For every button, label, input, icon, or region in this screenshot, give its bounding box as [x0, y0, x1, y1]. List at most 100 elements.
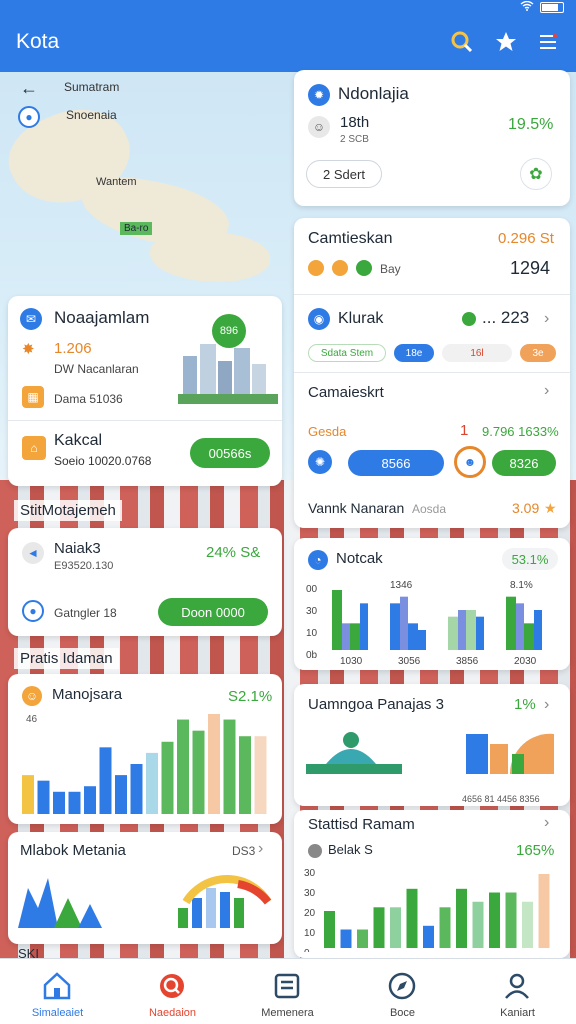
chart-bar — [390, 907, 401, 948]
coin-icon — [332, 260, 348, 276]
sun-icon: ✸ — [22, 341, 35, 358]
chip[interactable]: 3e — [520, 344, 556, 362]
value-pill[interactable]: 8326 — [492, 450, 556, 476]
top-label: 8.1% — [510, 580, 533, 591]
chart-bar — [332, 590, 342, 650]
chart-title: Notcak — [336, 550, 383, 567]
chart-bar — [373, 907, 385, 948]
chart-bar — [448, 616, 458, 650]
action-button[interactable]: 00566s — [190, 438, 270, 468]
island-shape — [150, 232, 270, 282]
y-tick-label: 0b — [306, 650, 318, 661]
card-sub: 4656 81 4456 8356 — [462, 794, 540, 804]
city-summary-card[interactable]: ✉ Noaajamlam 896 ✸ 1.206 DW Nacanlaran ▦… — [8, 296, 282, 486]
location-pin-icon[interactable]: ● — [18, 106, 40, 128]
value: 1.206 — [54, 340, 92, 357]
bar-chart-card[interactable]: ☺ Manojsara S2.1% 46 — [8, 674, 282, 824]
refresh-icon[interactable]: ✿ — [520, 158, 552, 190]
overview-title: Ndonlajia — [338, 84, 409, 103]
overview-button[interactable]: 2 Sdert — [306, 160, 382, 188]
nav-item-search[interactable]: Naedaion — [115, 959, 230, 1024]
city-illustration-card[interactable]: Uamngoa Panajas 3 1% › 4656 81 4456 8356 — [294, 684, 570, 806]
section-heading: StitMotajemeh — [14, 500, 122, 521]
map-label: Wantem — [96, 176, 137, 188]
chip[interactable]: 16l — [442, 344, 512, 362]
chart-bar — [489, 892, 500, 948]
nav-label: Naedaion — [148, 1007, 197, 1019]
chart-bar — [350, 623, 360, 650]
settings-icon: ✹ — [308, 84, 330, 106]
leaf-icon — [356, 260, 372, 276]
coin-icon — [308, 260, 324, 276]
person-icon[interactable]: ☻ — [454, 446, 486, 478]
chart-percent: 53.1% — [502, 548, 558, 570]
chart-bar — [208, 714, 220, 814]
bar-chart-card[interactable]: Stattisd Ramam › Belak S 165% 30 30 20 10 0 — [294, 810, 570, 958]
bottom-navigation: Simaleaiet Naedaion Memenera Boce Kaniar… — [0, 958, 576, 1024]
chart-bar — [506, 596, 516, 650]
battery-icon — [540, 1, 564, 13]
illustration-card[interactable]: Mlabok Metania DS3 › — [8, 832, 282, 944]
card-title: Uamngoa Panajas 3 — [308, 696, 444, 713]
nav-label: Boce — [389, 1007, 416, 1019]
nav-item-list[interactable]: Memenera — [230, 959, 345, 1024]
chart-bar — [99, 747, 112, 814]
card-percent: 1% — [514, 696, 536, 713]
profile-icon — [500, 969, 534, 1003]
chart-bar — [472, 901, 484, 948]
chart-bar — [239, 736, 251, 814]
chart-bar — [466, 610, 476, 650]
statistics-card[interactable]: Camtieskan 0.296 St Bay 1294 ◉ Klurak ..… — [294, 218, 570, 528]
chevron-right-icon[interactable]: › — [544, 382, 549, 400]
chevron-right-icon[interactable]: › — [544, 814, 549, 832]
chart-percent: S2.1% — [228, 688, 273, 705]
leaf-icon — [462, 312, 476, 326]
back-arrow-icon[interactable]: ← — [20, 78, 38, 99]
y-tick-label: 10 — [306, 628, 318, 639]
status-bar — [520, 0, 564, 14]
overview-value: 18th — [340, 114, 370, 131]
chart-bar — [524, 623, 534, 650]
label: DW Nacanlaran — [54, 362, 139, 376]
chart-bar — [324, 911, 335, 948]
nav-label: Memenera — [261, 1007, 314, 1019]
chart-bar — [53, 791, 65, 814]
nav-item-profile[interactable]: Kaniart — [460, 959, 575, 1024]
gear-icon — [308, 844, 322, 858]
top-label: 1346 — [390, 580, 413, 591]
indicator-card[interactable]: ◄ Naiak3 E93520.130 24% S& ● Gatngler 18… — [8, 528, 282, 636]
chart-bar — [408, 623, 418, 650]
bar-chart-card[interactable]: ◔ Notcak 53.1% 00 30 10 0b 1346 8.1% 1030 3056 3… — [294, 538, 570, 670]
chart-bar — [22, 775, 34, 814]
search-icon[interactable] — [448, 28, 476, 56]
nav-item-home[interactable]: Simaleaiet — [0, 959, 115, 1024]
chart-bar — [534, 610, 542, 650]
overview-card[interactable]: ✹ Ndonlajia ☺ 18th 2 SCB 19.5% 2 Sdert ✿ — [294, 70, 570, 206]
home-building-icon: ⌂ — [22, 436, 46, 460]
s2-right: 9.796 1633% — [482, 424, 559, 439]
y-tick-label: 0 — [304, 948, 310, 952]
menu-icon[interactable] — [534, 28, 562, 56]
row-label: Bay — [380, 262, 401, 276]
card-title: Noaajamlam — [54, 308, 150, 327]
star-icon[interactable] — [492, 28, 520, 56]
nav-item-compass[interactable]: Boce — [345, 959, 460, 1024]
action-button[interactable]: Doon 0000 — [158, 598, 268, 626]
chart-title: Stattisd Ramam — [308, 816, 415, 833]
chart-bar — [177, 719, 189, 814]
chevron-right-icon[interactable]: › — [544, 310, 549, 328]
home-icon — [40, 969, 74, 1003]
star-icon: ★ — [544, 500, 557, 516]
chip[interactable]: Sdata Stem — [308, 344, 386, 362]
chart-title: Manojsara — [52, 686, 123, 703]
chevron-right-icon[interactable]: › — [258, 840, 263, 858]
chart-bar — [400, 596, 408, 650]
globe-icon[interactable]: ✺ — [308, 450, 332, 474]
value-pill[interactable]: 8566 — [348, 450, 444, 476]
section-heading: Pratis Idaman — [14, 648, 119, 669]
s2-mid: 1 — [460, 422, 469, 439]
y-tick-label: 10 — [304, 928, 316, 939]
chevron-right-icon[interactable]: › — [544, 696, 549, 714]
chart-bar — [161, 741, 174, 814]
chip[interactable]: 18e — [394, 344, 434, 362]
